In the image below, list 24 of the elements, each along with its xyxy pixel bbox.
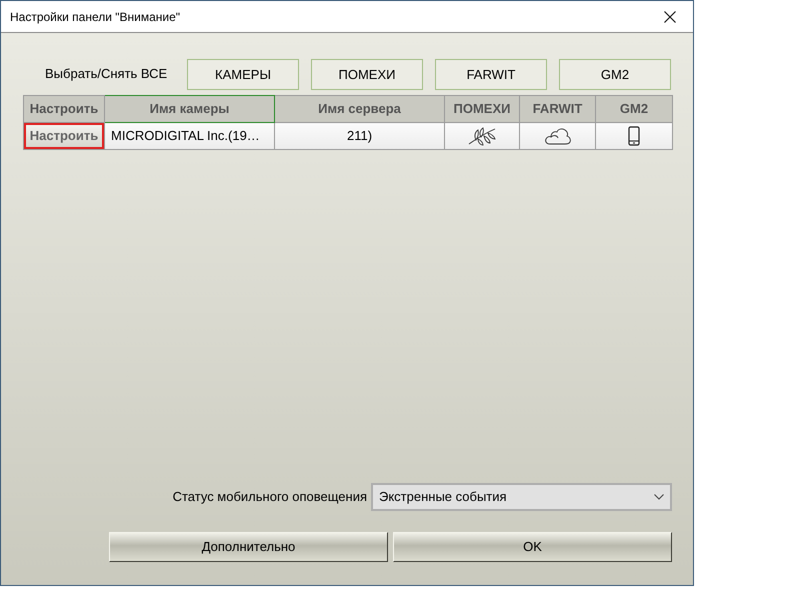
window-title: Настройки панели "Внимание" (9, 8, 180, 26)
caret-icon (654, 494, 664, 500)
column-header[interactable]: Имя сервера (274, 96, 444, 122)
cloud-icon (544, 126, 572, 146)
notification-status-label: Статус мобильного оповещения (172, 488, 367, 506)
leaf-branch-icon (467, 126, 497, 146)
dialog-button[interactable]: OK (393, 532, 672, 562)
column-header[interactable]: ПОМЕХИ (444, 96, 520, 122)
select-all-button[interactable]: ПОМЕХИ (311, 59, 423, 90)
column-header[interactable]: FARWIT (520, 96, 596, 122)
table-cell: 211) (274, 122, 444, 150)
select-all-button[interactable]: FARWIT (435, 59, 547, 90)
close-icon (664, 10, 676, 22)
configure-button[interactable]: Настроить (24, 123, 104, 149)
column-header[interactable]: Настроить (24, 96, 104, 122)
select-all-label: Выбрать/Снять ВСЕ (45, 65, 168, 84)
phone-icon (628, 126, 640, 146)
dialog-button[interactable]: Дополнительно (109, 532, 388, 562)
column-header[interactable]: Имя камеры (104, 96, 274, 122)
table-cell: MICRODIGITAL Inc.(19… (104, 122, 274, 150)
notification-status-dropdown[interactable]: Экстренные события (371, 483, 672, 511)
select-all-button[interactable]: КАМЕРЫ (187, 59, 299, 90)
column-header[interactable]: GM2 (596, 96, 672, 122)
select-all-button[interactable]: GM2 (559, 59, 671, 90)
